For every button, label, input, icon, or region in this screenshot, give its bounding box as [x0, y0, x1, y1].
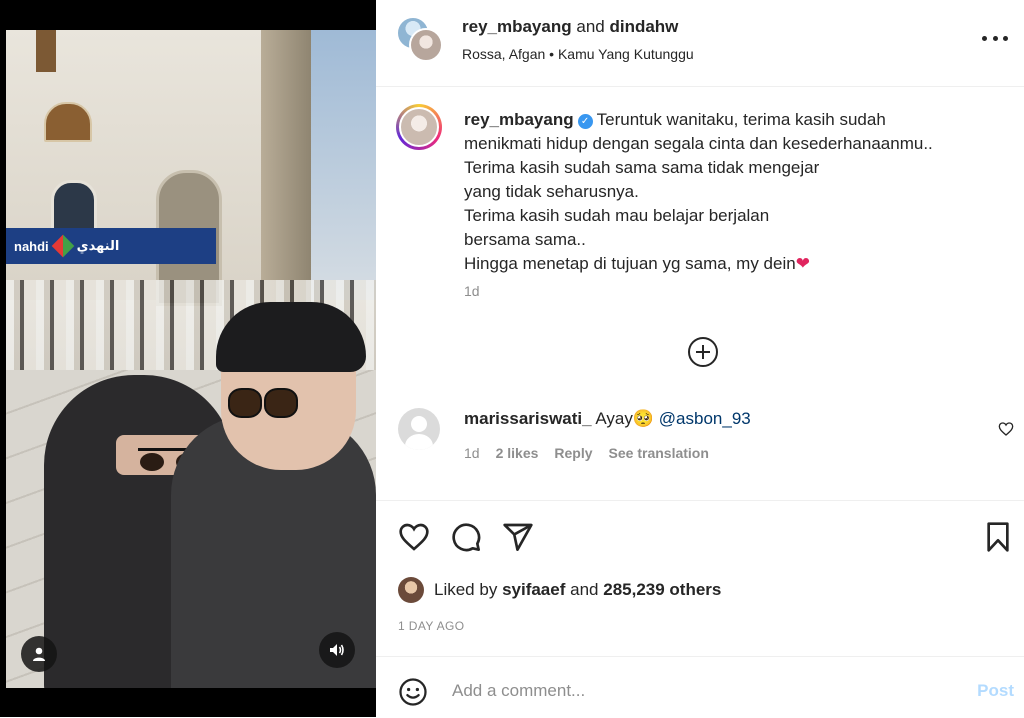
photo-window: [36, 30, 56, 72]
caption-timestamp[interactable]: 1d: [464, 283, 480, 299]
store-sign: nahdi النهدي: [6, 228, 216, 264]
avatar[interactable]: [398, 408, 440, 450]
audio-separator: •: [549, 46, 555, 62]
comment-bubble-icon[interactable]: [450, 521, 482, 553]
caption-username[interactable]: rey_mbayang: [464, 110, 574, 129]
comment-input[interactable]: [450, 673, 954, 709]
post-header: rey_mbayang and dindahw Rossa, Afgan • K…: [376, 0, 1024, 87]
more-options-button[interactable]: [982, 28, 1008, 48]
photo-hair: [216, 302, 366, 372]
post-photo: nahdi النهدي: [6, 30, 376, 688]
user-tag-button[interactable]: [21, 636, 57, 672]
likes-joiner: and: [570, 580, 599, 599]
caption-line-text: Hingga menetap di tujuan yg sama, my dei…: [464, 254, 796, 273]
likes-prefix: Liked by: [434, 580, 498, 599]
comment-time[interactable]: 1d: [464, 445, 480, 461]
comment-text: marissariswati_ Ayay🥺 @asbon_93: [464, 409, 751, 429]
audio-song[interactable]: Kamu Yang Kutunggu: [558, 46, 694, 62]
post-authors: rey_mbayang and dindahw: [462, 17, 678, 37]
photo-window: [44, 102, 92, 142]
add-comment-bar: Post: [376, 656, 1024, 718]
see-translation-button[interactable]: See translation: [609, 445, 709, 461]
heart-emoji: ❤: [795, 254, 810, 273]
post-comment-button[interactable]: Post: [977, 681, 1014, 701]
more-horizontal-icon: [982, 35, 987, 41]
authors-joiner: and: [576, 17, 605, 36]
audio-artist[interactable]: Rossa, Afgan: [462, 46, 545, 62]
post-media[interactable]: nahdi النهدي: [0, 0, 376, 717]
post-date[interactable]: 1 DAY AGO: [398, 619, 465, 633]
likes-summary: Liked by syifaaef and 285,239 others: [398, 577, 721, 603]
comment-mention[interactable]: @asbon_93: [659, 409, 751, 428]
caption-text: rey_mbayang ✓ Teruntuk wanitaku, terima ka…: [464, 108, 1004, 276]
store-sign-arabic: النهدي: [76, 238, 120, 253]
author-username[interactable]: dindahw: [609, 17, 678, 36]
speaker-icon: [330, 644, 344, 656]
comment-body: Ayay: [595, 409, 633, 428]
avatar[interactable]: [396, 104, 442, 150]
store-sign-text: nahdi: [14, 238, 49, 254]
reply-button[interactable]: Reply: [554, 445, 592, 461]
store-logo: [51, 234, 74, 258]
caption-line: Terima kasih sudah sama sama tidak menge…: [464, 158, 820, 177]
comment-item: marissariswati_ Ayay🥺 @asbon_93 1d 2 lik…: [376, 405, 1024, 475]
post-actions: Liked by syifaaef and 285,239 others 1 D…: [376, 500, 1024, 661]
comment-username[interactable]: marissariswati_: [464, 409, 592, 428]
avatar[interactable]: [409, 28, 443, 62]
likes-username[interactable]: syifaaef: [502, 580, 565, 600]
heart-outline-icon[interactable]: [998, 421, 1014, 437]
like-heart-icon[interactable]: [398, 521, 430, 553]
post-details-panel: rey_mbayang and dindahw Rossa, Afgan • K…: [376, 0, 1024, 717]
user-silhouette-icon: [33, 647, 45, 661]
avatar[interactable]: [398, 577, 424, 603]
photo-column: [261, 30, 311, 320]
photo-sunglasses: [228, 388, 298, 418]
caption-line: Terima kasih sudah mau belajar berjalan: [464, 206, 770, 225]
caption-line: bersama sama..: [464, 230, 586, 249]
comment-meta: 1d 2 likes Reply See translation: [464, 445, 709, 461]
caption-line: yang tidak seharusnya.: [464, 182, 639, 201]
verified-badge-icon: ✓: [577, 114, 593, 129]
author-username[interactable]: rey_mbayang: [462, 17, 572, 36]
audio-attribution[interactable]: Rossa, Afgan • Kamu Yang Kutunggu: [462, 46, 694, 62]
audio-toggle-button[interactable]: [319, 632, 355, 668]
caption-line: Teruntuk wanitaku, terima kasih sudah: [596, 110, 886, 129]
pleading-emoji: 🥺: [632, 409, 655, 428]
share-paper-plane-icon[interactable]: [502, 521, 534, 553]
load-more-comments-button[interactable]: [688, 337, 718, 367]
caption-line: menikmati hidup dengan segala cinta dan …: [464, 134, 933, 153]
collab-avatars[interactable]: [396, 16, 444, 64]
caption-line: Hingga menetap di tujuan yg sama, my dei…: [464, 252, 1004, 276]
comment-likes-count[interactable]: 2 likes: [496, 445, 539, 461]
smiley-icon[interactable]: [398, 677, 428, 707]
save-bookmark-icon[interactable]: [982, 521, 1014, 553]
likes-others-count[interactable]: 285,239 others: [603, 580, 721, 600]
